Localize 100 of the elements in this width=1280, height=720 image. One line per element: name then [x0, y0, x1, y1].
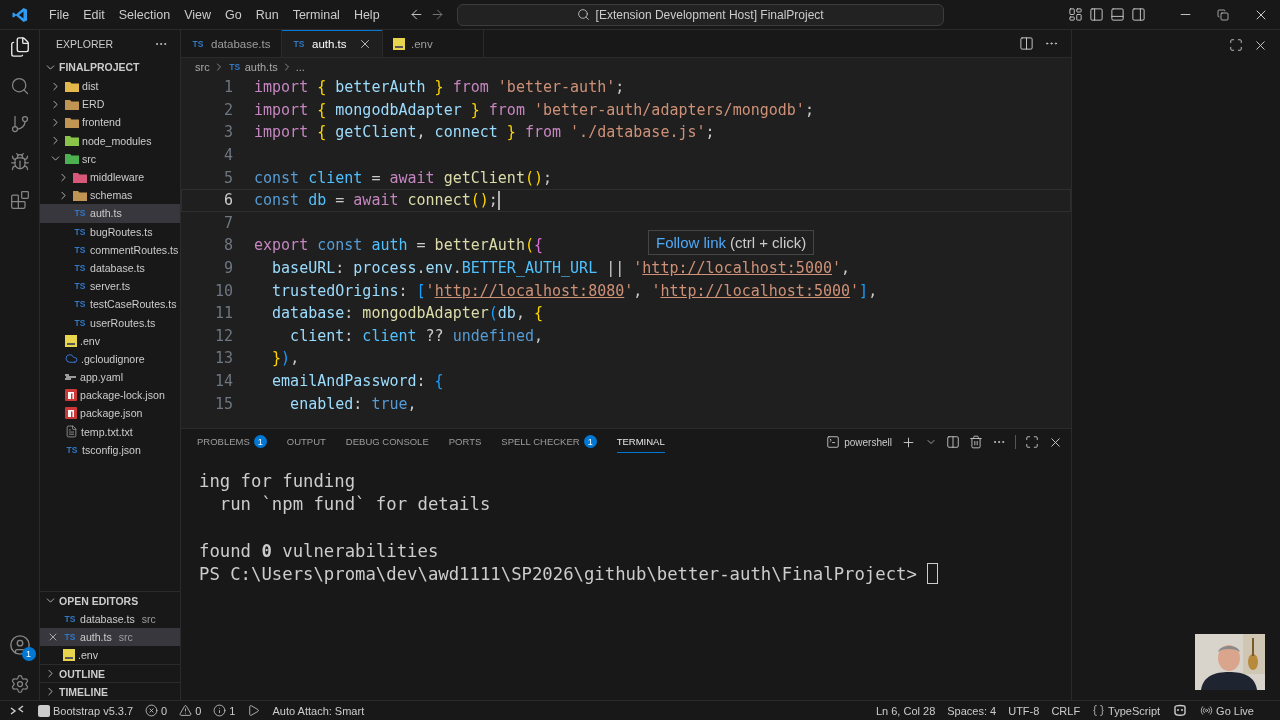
panel-tab[interactable]: SPELL CHECKER 1: [501, 431, 597, 453]
status-item[interactable]: TypeScript: [1108, 704, 1161, 717]
explorer-entry[interactable]: temp.txt.txt: [40, 422, 180, 441]
panel-tab[interactable]: DEBUG CONSOLE: [345, 431, 429, 453]
explorer-entry[interactable]: package-lock.json: [40, 386, 180, 405]
menu-item[interactable]: File: [42, 7, 77, 22]
explorer-entry[interactable]: .gcloudignore: [40, 349, 180, 368]
menu-item[interactable]: Selection: [111, 7, 178, 22]
folder-item[interactable]: src: [40, 149, 180, 168]
editor-tab[interactable]: TS auth.ts: [282, 30, 383, 57]
status-item[interactable]: 0: [161, 704, 168, 717]
explorer-entry[interactable]: TS testCaseRoutes.ts: [40, 295, 180, 314]
status-item[interactable]: Spaces: 4: [947, 704, 997, 717]
remote-icon[interactable]: [10, 704, 24, 717]
command-center[interactable]: [Extension Development Host] FinalProject: [456, 3, 944, 26]
folder-item[interactable]: dist: [40, 77, 180, 96]
explorer-entry[interactable]: TS auth.ts: [40, 204, 180, 223]
close-icon[interactable]: [1253, 38, 1268, 53]
back-arrow-icon[interactable]: [408, 7, 424, 22]
add-icon[interactable]: [901, 434, 916, 450]
panel-tab[interactable]: PROBLEMS 1: [197, 431, 267, 453]
folder-item[interactable]: node_modules: [40, 131, 180, 150]
terminal-selector[interactable]: powershell: [826, 435, 892, 449]
menu-item[interactable]: Go: [218, 7, 249, 22]
explorer-entry[interactable]: TS tsconfig.json: [40, 440, 180, 459]
panel-bottom-icon[interactable]: [1110, 7, 1125, 22]
env-file-icon: [63, 648, 75, 661]
breadcrumb-item[interactable]: auth.ts: [244, 61, 278, 73]
open-editor-item[interactable]: .env: [40, 645, 180, 664]
menu-item[interactable]: Help: [346, 7, 387, 22]
split-editor-icon[interactable]: [1019, 36, 1034, 51]
status-item[interactable]: Auto Attach: Smart: [272, 704, 365, 717]
terminal-line: PS C:\Users\proma\dev\awd1111\SP2026\github\better-auth\FinalProject>: [199, 563, 918, 584]
split-terminal-icon[interactable]: [946, 435, 960, 449]
line-number: 11: [213, 304, 233, 323]
status-item[interactable]: Go Live: [1216, 704, 1254, 717]
app-logo-icon[interactable]: [12, 6, 28, 23]
status-item[interactable]: Bootstrap v5.3.7: [53, 704, 134, 717]
menu-item[interactable]: Terminal: [285, 7, 347, 22]
account-icon[interactable]: [8, 634, 31, 656]
breadcrumb-item[interactable]: src: [195, 61, 210, 73]
line-number: 6: [222, 191, 233, 210]
terminal-line: found 0 vulnerabilities: [199, 540, 439, 561]
maximize-icon[interactable]: [1229, 38, 1243, 52]
typescript-file-icon: TS: [73, 281, 87, 292]
debug-icon[interactable]: [247, 704, 261, 717]
explorer-entry[interactable]: package.json: [40, 404, 180, 423]
section-header[interactable]: OUTLINE: [40, 664, 180, 682]
folder-item[interactable]: schemas: [40, 186, 180, 205]
forward-arrow-icon[interactable]: [429, 7, 445, 22]
status-item[interactable]: Ln 6, Col 28: [875, 704, 936, 717]
typescript-file-icon: TS: [191, 38, 205, 49]
explorer-entry[interactable]: TS server.ts: [40, 277, 180, 296]
run-debug-icon[interactable]: [9, 152, 30, 172]
section-header[interactable]: OPEN EDITORS: [40, 591, 180, 610]
panel-right-icon[interactable]: [1131, 7, 1146, 22]
files-icon[interactable]: [8, 36, 31, 58]
status-item[interactable]: UTF-8: [1008, 704, 1040, 717]
explorer-entry[interactable]: TS database.ts: [40, 258, 180, 278]
typescript-file-icon: TS: [73, 299, 87, 310]
trash-icon[interactable]: [969, 435, 983, 449]
explorer-entry[interactable]: app.yaml: [40, 368, 180, 387]
explorer-entry[interactable]: .env: [40, 331, 180, 350]
status-item[interactable]: 1: [229, 704, 236, 717]
env-file-icon: [65, 334, 77, 347]
breadcrumb-item[interactable]: ...: [295, 61, 305, 73]
panel-tab[interactable]: TERMINAL: [616, 431, 665, 453]
code-line: database: mongodbAdapter(db, {: [271, 304, 543, 323]
folder-item[interactable]: middleware: [40, 167, 180, 187]
search-icon[interactable]: [9, 76, 30, 96]
panel-tab[interactable]: PORTS: [448, 431, 482, 453]
folder-item[interactable]: ERD: [40, 95, 180, 114]
extensions-icon[interactable]: [9, 190, 30, 210]
layout-icon[interactable]: [1068, 7, 1083, 22]
panel-left-icon[interactable]: [1089, 7, 1104, 22]
panel-tab[interactable]: OUTPUT: [286, 431, 326, 453]
menu-item[interactable]: Edit: [76, 7, 112, 22]
env-file-icon: [393, 37, 405, 50]
open-editor-item[interactable]: TS auth.ts src: [40, 627, 180, 646]
terminal-line: ing for funding: [199, 470, 356, 491]
explorer-entry[interactable]: TS commentRoutes.ts: [40, 240, 180, 259]
terminal-line: run `npm fund` for details: [218, 493, 491, 514]
status-item[interactable]: CRLF: [1051, 704, 1081, 717]
settings-icon[interactable]: [9, 674, 30, 694]
copilot-icon[interactable]: [1172, 704, 1189, 717]
explorer-entry[interactable]: TS bugRoutes.ts: [40, 222, 180, 241]
bootstrap-icon: [38, 704, 50, 717]
typescript-file-icon: TS: [65, 444, 79, 455]
explorer-entry[interactable]: TS userRoutes.ts: [40, 313, 180, 332]
folder-item[interactable]: frontend: [40, 113, 180, 132]
maximize-icon[interactable]: [1025, 435, 1039, 449]
open-editor-item[interactable]: TS database.ts src: [40, 609, 180, 628]
section-header[interactable]: FINALPROJECT: [40, 58, 180, 76]
restore-icon[interactable]: [1217, 8, 1229, 21]
follow-link[interactable]: Follow link: [656, 234, 727, 251]
status-item[interactable]: 0: [195, 704, 202, 717]
terminal-icon: [826, 435, 841, 449]
source-control-icon[interactable]: [9, 114, 30, 134]
menu-item[interactable]: Run: [248, 7, 286, 22]
menu-item[interactable]: View: [177, 7, 218, 22]
